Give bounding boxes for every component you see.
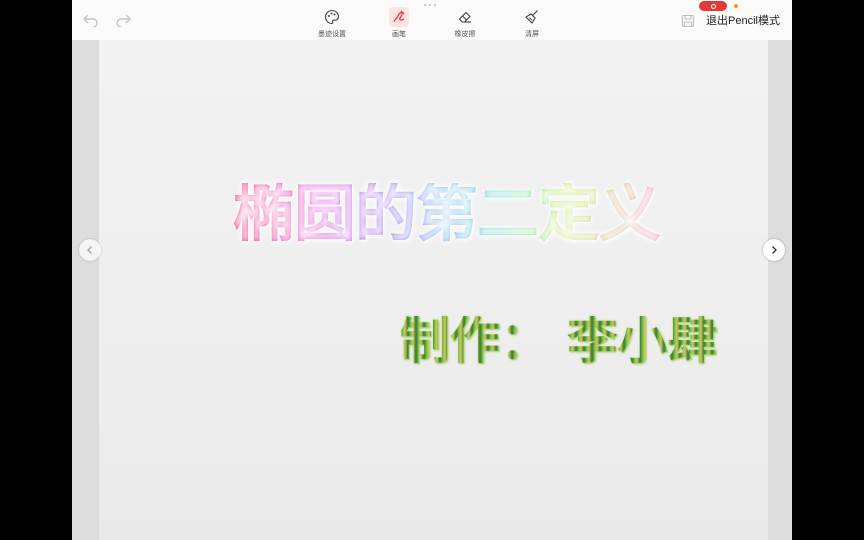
- redo-icon[interactable]: [114, 11, 132, 29]
- pen-icon: [389, 7, 409, 27]
- tool-label: 墨迹设置: [318, 30, 346, 38]
- screen-recording-indicator: [699, 1, 727, 11]
- mic-indicator-dot: [734, 4, 738, 8]
- tool-ink-settings[interactable]: 墨迹设置: [310, 7, 354, 39]
- chevron-left-icon: [87, 246, 92, 254]
- tool-eraser[interactable]: 橡皮擦: [443, 7, 487, 39]
- previous-slide-button[interactable]: [79, 239, 101, 261]
- slide-title: 椭圆的第二定义: [233, 177, 661, 250]
- exit-pencil-mode-button[interactable]: 退出Pencil模式: [706, 12, 780, 28]
- pencil-toolbar: 墨迹设置 画笔 橡皮擦 清屏 退出Pencil模式: [72, 0, 792, 41]
- eraser-icon: [455, 7, 475, 27]
- undo-icon[interactable]: [82, 11, 100, 29]
- tool-label: 清屏: [525, 30, 539, 38]
- tool-label: 画笔: [392, 30, 406, 38]
- chevron-right-icon: [772, 246, 777, 254]
- broom-icon: [522, 7, 542, 27]
- tool-label: 橡皮擦: [454, 30, 476, 38]
- slide-canvas[interactable]: 椭圆的第二定义 制作： 李小肆: [99, 40, 768, 540]
- slide-gutter-right: [768, 40, 792, 540]
- palette-icon: [322, 7, 342, 27]
- tool-clear-screen[interactable]: 清屏: [510, 7, 554, 39]
- tool-pen[interactable]: 画笔: [377, 7, 421, 39]
- drag-handle[interactable]: [424, 4, 440, 8]
- app-window: 墨迹设置 画笔 橡皮擦 清屏 退出Pencil模式 椭圆的第二定义 制作： 李小…: [72, 0, 792, 540]
- save-icon[interactable]: [681, 13, 695, 28]
- slide-gutter-left: [72, 40, 99, 540]
- slide-author: 制作： 李小肆: [400, 312, 718, 370]
- next-slide-button[interactable]: [763, 239, 785, 261]
